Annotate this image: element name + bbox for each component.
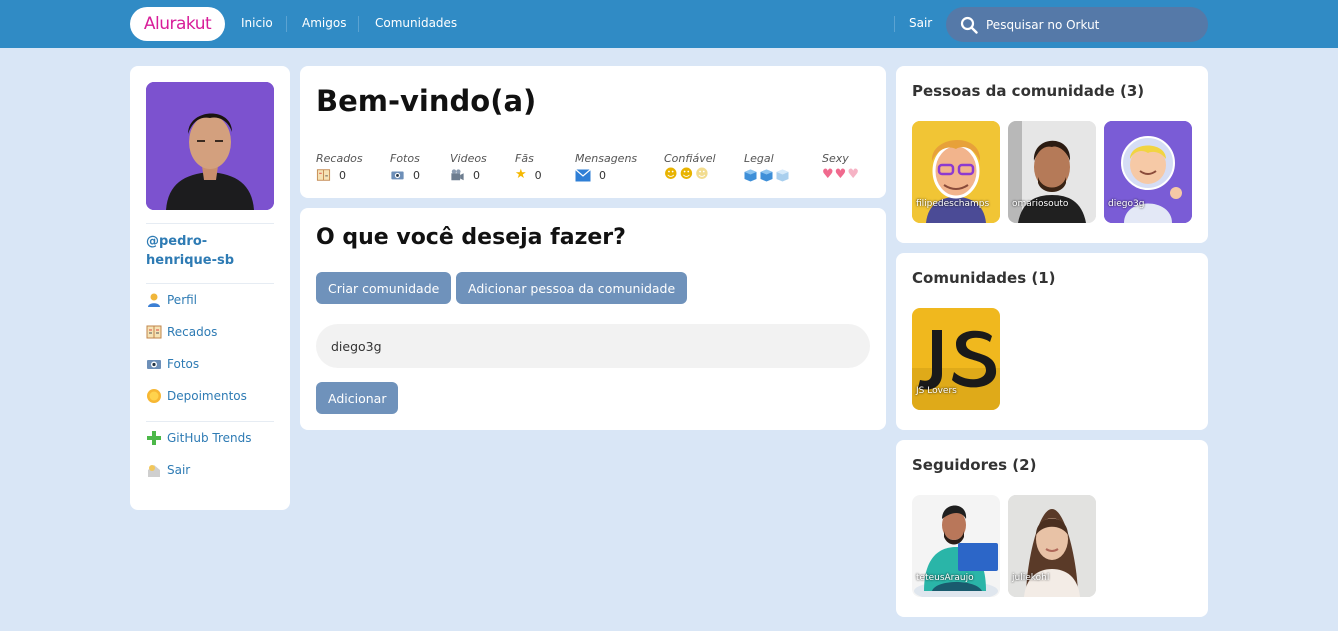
person-card[interactable]: filipedeschamps — [912, 121, 1000, 223]
envelope-icon — [575, 168, 591, 181]
stat-mensagens[interactable]: Mensagens 0 — [575, 152, 637, 183]
nav-divider — [894, 16, 895, 32]
plus-icon — [147, 431, 161, 445]
logout-icon — [148, 465, 160, 477]
profile-sidebar: @pedro-henrique-sb Perfil Recados Fotos … — [130, 66, 290, 510]
actions-box: O que você deseja fazer? Criar comunidad… — [300, 208, 886, 430]
notebook-icon — [146, 325, 162, 339]
search-input[interactable] — [986, 7, 1196, 42]
ice-cube-icon — [760, 169, 773, 181]
stat-fotos[interactable]: Fotos 0 — [390, 152, 420, 183]
followers-box: Seguidores (2) teteusAraujo juliekohl — [896, 440, 1208, 617]
divider — [146, 421, 274, 422]
sidebar-item-fotos[interactable]: Fotos — [146, 355, 199, 373]
followers-title: Seguidores (2) — [912, 456, 1037, 474]
community-name: JS Lovers — [916, 386, 957, 396]
sun-icon — [147, 389, 161, 403]
people-box: Pessoas da comunidade (3) filipedeschamp… — [896, 66, 1208, 243]
sidebar-item-label: Fotos — [167, 357, 200, 371]
welcome-title: Bem-vindo(a) — [316, 84, 537, 118]
add-button[interactable]: Adicionar — [316, 382, 399, 414]
follower-card[interactable]: juliekohl — [1008, 495, 1096, 597]
nav-divider — [286, 16, 287, 32]
communities-title: Comunidades (1) — [912, 269, 1056, 287]
camera-icon — [147, 360, 161, 369]
person-name: diego3g — [1108, 199, 1145, 209]
sidebar-item-label: Depoimentos — [167, 389, 247, 403]
stat-value: 0 — [413, 168, 420, 182]
notebook-icon — [316, 169, 331, 181]
smiley-icon: ☻ — [679, 167, 694, 182]
heart-icon: ♥ — [822, 167, 834, 182]
nav-link-inicio[interactable]: Inicio — [241, 16, 273, 30]
nav-link-amigos[interactable]: Amigos — [302, 16, 346, 30]
stat-label: Fotos — [390, 152, 420, 165]
stat-value: 0 — [339, 168, 346, 182]
logo[interactable]: Alurakut — [130, 7, 225, 41]
actions-title: O que você deseja fazer? — [316, 225, 626, 250]
person-name: filipedeschamps — [916, 199, 990, 209]
nav-link-comunidades[interactable]: Comunidades — [375, 16, 457, 30]
heart-icon: ♥ — [847, 167, 859, 182]
stat-label: Fãs — [515, 152, 534, 165]
nav-divider — [358, 16, 359, 32]
rating-label: Legal — [744, 152, 774, 165]
welcome-box: Bem-vindo(a) Recados 0 Fotos 0 Videos 0 … — [300, 66, 886, 198]
profile-username[interactable]: @pedro-henrique-sb — [146, 232, 276, 270]
ice-cube-icon — [744, 169, 757, 181]
person-card[interactable]: omariosouto — [1008, 121, 1096, 223]
divider — [146, 223, 274, 224]
sidebar-item-depoimentos[interactable]: Depoimentos — [146, 387, 247, 405]
add-person-button[interactable]: Adicionar pessoa da comunidade — [456, 272, 688, 304]
stat-value: 0 — [473, 168, 480, 182]
stat-recados[interactable]: Recados 0 — [316, 152, 363, 183]
sidebar-item-label: GitHub Trends — [167, 431, 252, 445]
person-card[interactable]: diego3g — [1104, 121, 1192, 223]
search-icon[interactable] — [960, 16, 978, 34]
sidebar-item-recados[interactable]: Recados — [146, 323, 217, 341]
search-bar[interactable] — [946, 7, 1208, 42]
follower-name: juliekohl — [1012, 573, 1050, 583]
heart-icon: ♥ — [834, 167, 847, 182]
smiley-icon: ☻ — [695, 167, 709, 182]
sidebar-item-github-trends[interactable]: GitHub Trends — [146, 429, 252, 447]
profile-avatar[interactable] — [146, 82, 274, 210]
rating-label: Confiável — [664, 152, 716, 165]
stat-label: Mensagens — [575, 152, 638, 165]
communities-box: Comunidades (1) JS Lovers — [896, 253, 1208, 430]
camera-icon — [391, 171, 404, 180]
person-name: omariosouto — [1012, 199, 1069, 209]
stat-fas[interactable]: Fãs ★ 0 — [515, 152, 542, 183]
person-input[interactable] — [316, 324, 870, 368]
sidebar-item-perfil[interactable]: Perfil — [146, 291, 197, 309]
sidebar-item-sair[interactable]: Sair — [146, 461, 190, 479]
star-icon: ★ — [515, 167, 527, 182]
rating-confiavel: Confiável ☻ ☻ ☻ — [664, 152, 716, 183]
user-icon — [148, 293, 160, 307]
logout-link[interactable]: Sair — [909, 16, 932, 30]
sidebar-item-label: Perfil — [167, 293, 198, 307]
rating-sexy: Sexy ♥ ♥ ♥ — [822, 152, 859, 183]
smiley-icon: ☻ — [664, 167, 678, 182]
stat-label: Recados — [316, 152, 363, 165]
follower-card[interactable]: teteusAraujo — [912, 495, 1000, 597]
divider — [146, 283, 274, 284]
follower-name: teteusAraujo — [916, 573, 974, 583]
people-title: Pessoas da comunidade (3) — [912, 82, 1145, 100]
community-card[interactable]: JS Lovers — [912, 308, 1000, 410]
top-bar: Alurakut Inicio Amigos Comunidades Sair — [0, 0, 1338, 48]
rating-label: Sexy — [822, 152, 849, 165]
rating-legal: Legal — [744, 152, 789, 183]
ice-cube-icon — [776, 169, 789, 181]
video-camera-icon — [451, 169, 464, 181]
sidebar-item-label: Recados — [167, 325, 218, 339]
sidebar-item-label: Sair — [167, 463, 191, 477]
stat-label: Videos — [450, 152, 487, 165]
stat-value: 0 — [599, 168, 606, 182]
stat-videos[interactable]: Videos 0 — [450, 152, 487, 183]
create-community-button[interactable]: Criar comunidade — [316, 272, 452, 304]
stat-value: 0 — [534, 168, 542, 182]
